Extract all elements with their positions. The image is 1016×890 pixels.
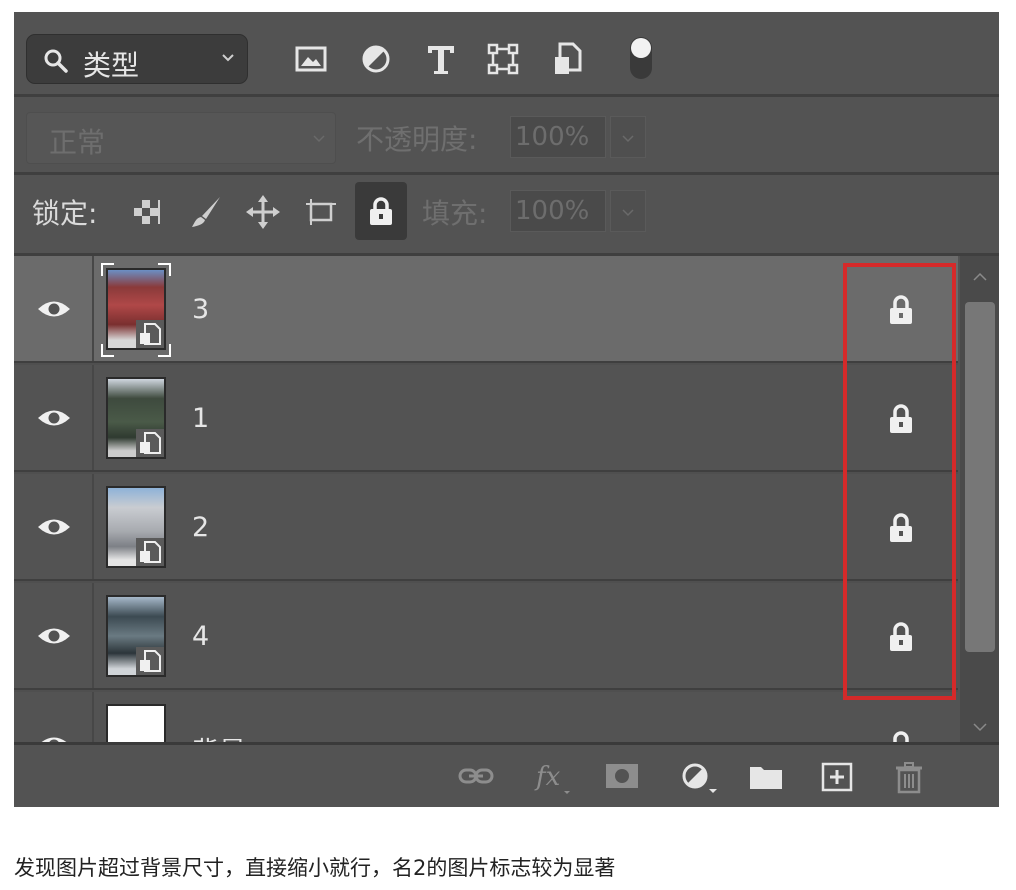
lock-label: 锁定: (32, 197, 98, 230)
layers-panel: 类型 正常 不透明度: 100% 锁定: 填充: 100% 3 1 2 4 fx (14, 12, 999, 807)
smart-object-badge-icon (136, 538, 164, 566)
layer-thumbnail (106, 377, 166, 459)
fill-label: 填充: (422, 197, 488, 230)
fill-input[interactable]: 100% (510, 190, 606, 232)
eye-icon (38, 410, 70, 426)
opacity-input[interactable]: 100% (510, 116, 606, 158)
lock-position-move-icon[interactable] (245, 194, 281, 230)
new-group-folder-icon[interactable] (748, 761, 784, 791)
new-layer-icon[interactable] (820, 761, 854, 793)
layer-thumbnail (106, 486, 166, 568)
new-adjustment-layer-icon[interactable] (679, 761, 719, 795)
scroll-up-icon[interactable] (972, 272, 988, 282)
chevron-down-icon (313, 135, 325, 143)
lock-icon (370, 197, 392, 225)
lock-icon (890, 295, 912, 324)
lock-all-button[interactable] (355, 182, 407, 240)
layer-name: 3 (192, 294, 210, 325)
layer-name: 2 (192, 512, 210, 543)
layer-row[interactable]: 4 (14, 583, 958, 690)
smart-object-filter-icon[interactable] (551, 40, 585, 78)
opacity-label: 不透明度: (356, 123, 478, 156)
caption-text: 发现图片超过背景尺寸，直接缩小就行，名2的图片标志较为显著 (14, 856, 616, 880)
search-icon (44, 49, 68, 73)
layer-row[interactable]: 2 (14, 474, 958, 581)
visibility-toggle[interactable] (14, 583, 94, 688)
eye-icon (38, 301, 70, 317)
filter-kind-label: 类型 (83, 49, 140, 82)
lock-icon (890, 622, 912, 651)
eye-icon (41, 737, 67, 742)
layer-name: 1 (192, 403, 210, 434)
layer-filter-kind-select[interactable]: 类型 (26, 34, 248, 84)
eye-icon (38, 628, 70, 644)
eye-icon (38, 519, 70, 535)
shape-layer-filter-icon[interactable] (486, 40, 520, 78)
opacity-dropdown-button[interactable] (610, 116, 646, 158)
lock-icon (893, 731, 909, 742)
chevron-down-icon (622, 209, 634, 217)
blend-mode-select[interactable]: 正常 (26, 112, 336, 164)
layer-row[interactable]: 3 (14, 256, 958, 363)
lock-image-pixels-brush-icon[interactable] (188, 194, 224, 230)
lock-transparent-pixels-icon[interactable] (130, 194, 166, 230)
layers-list: 3 1 2 4 (14, 256, 958, 742)
blend-mode-label: 正常 (49, 126, 106, 159)
type-layer-filter-icon[interactable] (424, 40, 458, 78)
svg-text:fx: fx (534, 762, 561, 792)
chevron-down-icon (222, 54, 234, 62)
visibility-toggle[interactable] (14, 365, 94, 470)
layer-name: 4 (192, 621, 210, 652)
selection-brackets (101, 263, 171, 357)
lock-icon (890, 404, 912, 433)
layer-style-fx-icon[interactable]: fx (534, 761, 574, 795)
add-mask-icon[interactable] (604, 761, 640, 791)
scroll-down-icon[interactable] (972, 722, 988, 732)
pixel-layer-filter-icon[interactable] (294, 40, 328, 78)
layer-row[interactable]: 背景 (14, 692, 958, 742)
visibility-toggle[interactable] (14, 256, 94, 361)
layer-row[interactable]: 1 (14, 365, 958, 472)
layers-bottom-toolbar: fx (14, 742, 999, 807)
smart-object-badge-icon (136, 429, 164, 457)
fill-dropdown-button[interactable] (610, 190, 646, 232)
layer-name: 背景 (192, 730, 246, 742)
layer-thumbnail (106, 704, 166, 742)
smart-object-badge-icon (136, 647, 164, 675)
filter-toggle-switch[interactable] (627, 34, 655, 82)
layer-thumbnail (106, 595, 166, 677)
link-layers-icon[interactable] (457, 761, 495, 791)
lock-artboard-icon[interactable] (303, 194, 339, 230)
visibility-toggle[interactable] (14, 474, 94, 579)
scrollbar-thumb[interactable] (965, 302, 995, 652)
delete-layer-trash-icon[interactable] (893, 761, 925, 795)
visibility-toggle[interactable] (14, 692, 94, 742)
chevron-down-icon (622, 135, 634, 143)
adjustment-layer-filter-icon[interactable] (359, 40, 393, 78)
lock-icon (890, 513, 912, 542)
